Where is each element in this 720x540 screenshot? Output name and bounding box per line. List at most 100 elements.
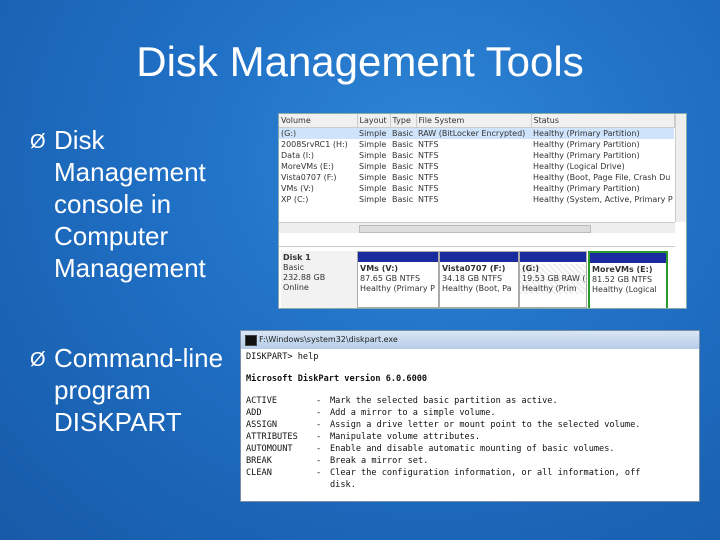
command-line: disk. — [246, 479, 694, 491]
command-dash: - — [316, 444, 322, 454]
scrollbar-thumb[interactable] — [359, 225, 591, 233]
command-dash: - — [316, 408, 322, 418]
column-header-volume[interactable]: Volume — [279, 114, 358, 128]
command-line: CLEAN - Clear the configuration informatio… — [246, 467, 694, 479]
volume-cell: (G:) — [279, 127, 357, 139]
bullet-arrow-icon: Ø — [30, 349, 46, 371]
disk-graphical-view: Disk 1 Basic 232.88 GB Online VMs (V:) 8… — [279, 246, 675, 308]
command-dash: - — [316, 420, 322, 430]
volume-cell: Simple — [359, 151, 387, 160]
command-description: disk. — [330, 480, 356, 490]
bullet-arrow-icon: Ø — [30, 131, 46, 153]
column-header-file-system[interactable]: File System — [416, 114, 532, 128]
command-line: ATTRIBUTES - Manipulate volume attributes. — [246, 431, 694, 443]
command-description: Add a mirror to a simple volume. — [330, 408, 496, 418]
command-name: BREAK — [246, 456, 272, 466]
volume-cell: NTFS — [418, 162, 439, 171]
volume-cell: Healthy (Boot, Page File, Crash Du — [533, 173, 671, 182]
volume-cell: NTFS — [418, 184, 439, 193]
partition-block-selected[interactable]: MoreVMs (E:) 81.52 GB NTFS Healthy (Logi… — [588, 251, 668, 308]
partition-name: Vista0707 (F:) — [442, 264, 506, 273]
command-description: Clear the configuration information, or … — [330, 468, 641, 478]
volume-cell: Basic — [392, 184, 414, 193]
disk-info[interactable]: Disk 1 Basic 232.88 GB Online — [281, 251, 357, 308]
volume-cell: MoreVMs (E:) — [281, 162, 334, 171]
partition-status: Healthy (Logical — [592, 285, 657, 294]
volume-cell: NTFS — [418, 140, 439, 149]
volume-row[interactable]: Vista0707 (F:) Simple Basic NTFS Healthy (Bo… — [279, 172, 674, 183]
volume-cell: Healthy (System, Active, Primary P — [533, 195, 673, 204]
disk-management-screenshot: Volume Layout Type File System Status (G… — [278, 113, 687, 309]
volume-cell: VMs (V:) — [281, 184, 314, 193]
command-dash: - — [316, 396, 322, 406]
volume-cell: NTFS — [418, 195, 439, 204]
volume-table: Volume Layout Type File System Status (G… — [279, 114, 675, 205]
partition-name: MoreVMs (E:) — [592, 265, 653, 274]
partition-block[interactable]: Vista0707 (F:) 34.18 GB NTFS Healthy (Bo… — [439, 251, 519, 308]
volume-cell: Basic — [392, 195, 414, 204]
column-header-status[interactable]: Status — [531, 114, 675, 128]
console-title: F:\Windows\system32\diskpart.exe — [259, 335, 398, 344]
volume-cell: Healthy (Primary Partition) — [533, 151, 640, 160]
horizontal-scrollbar[interactable] — [279, 222, 675, 233]
volume-cell: NTFS — [418, 151, 439, 160]
command-description: Mark the selected basic partition as act… — [330, 396, 558, 406]
volume-cell: Healthy (Primary Partition) — [533, 184, 640, 193]
column-header-type[interactable]: Type — [390, 114, 417, 128]
command-dash: - — [316, 456, 322, 466]
partition-name: VMs (V:) — [360, 264, 399, 273]
volume-cell: RAW (BitLocker Encrypted) — [416, 127, 531, 139]
volume-row[interactable]: MoreVMs (E:) Simple Basic NTFS Healthy (Logi… — [279, 161, 674, 172]
command-dash: - — [316, 468, 322, 478]
volume-row[interactable]: (G:) Simple Basic RAW (BitLocker Encrypted)… — [279, 127, 674, 139]
command-description: Break a mirror set. — [330, 456, 429, 466]
volume-row[interactable]: VMs (V:) Simple Basic NTFS Healthy (Primary … — [279, 183, 674, 194]
console-version: Microsoft DiskPart version 6.0.6000 — [246, 374, 428, 384]
volume-cell: Simple — [357, 127, 390, 139]
command-name: CLEAN — [246, 468, 272, 478]
disk-name: Disk 1 — [283, 253, 311, 262]
volume-row[interactable]: Data (I:) Simple Basic NTFS Healthy (Primary… — [279, 150, 674, 161]
volume-cell: Simple — [359, 140, 387, 149]
command-dash — [316, 479, 330, 491]
disk-size: 232.88 GB — [283, 273, 326, 282]
volume-cell: Simple — [359, 195, 387, 204]
volume-row[interactable]: 2008SrvRC1 (H:) Simple Basic NTFS Healthy (P… — [279, 139, 674, 150]
command-description: Assign a drive letter or mount point to … — [330, 420, 641, 430]
volume-row[interactable]: XP (C:) Simple Basic NTFS Healthy (System, A… — [279, 194, 674, 205]
partition-name: (G:) — [522, 264, 540, 273]
vertical-scrollbar[interactable] — [675, 114, 686, 222]
volume-cell: Basic — [390, 127, 416, 139]
partition-block[interactable]: (G:) 19.53 GB RAW ( Healthy (Prim — [519, 251, 587, 308]
volume-cell: Simple — [359, 162, 387, 171]
partition-block[interactable]: VMs (V:) 87.65 GB NTFS Healthy (Primary … — [357, 251, 439, 308]
volume-cell: Vista0707 (F:) — [281, 173, 337, 182]
bullet-text: Disk Management console in Computer Mana… — [54, 125, 206, 283]
partition-status: Healthy (Primary P — [360, 284, 435, 293]
command-line: BREAK - Break a mirror set. — [246, 455, 694, 467]
partition-status: Healthy (Boot, Pa — [442, 284, 512, 293]
partition-size: 34.18 GB NTFS — [442, 274, 503, 283]
console-output[interactable]: DISKPART> help Microsoft DiskPart versio… — [241, 349, 699, 493]
command-description: Manipulate volume attributes. — [330, 432, 481, 442]
volume-cell: Basic — [392, 162, 414, 171]
command-line: AUTOMOUNT - Enable and disable automatic m… — [246, 443, 694, 455]
volume-cell: Simple — [359, 173, 387, 182]
console-icon — [245, 335, 257, 346]
command-name — [246, 479, 316, 491]
console-prompt: DISKPART> help — [246, 352, 319, 362]
bullet-diskpart: Ø Command-line program DISKPART — [30, 342, 229, 438]
command-line: ASSIGN - Assign a drive letter or mount po… — [246, 419, 694, 431]
console-title-bar[interactable]: F:\Windows\system32\diskpart.exe — [241, 331, 699, 349]
slide-title: Disk Management Tools — [136, 38, 584, 85]
volume-cell: NTFS — [418, 173, 439, 182]
volume-cell: Healthy (Primary Partition) — [531, 127, 674, 139]
disk-state: Online — [283, 283, 309, 292]
volume-cell: Basic — [392, 140, 414, 149]
volume-cell: XP (C:) — [281, 195, 309, 204]
partition-size: 87.65 GB NTFS — [360, 274, 421, 283]
column-header-layout[interactable]: Layout — [357, 114, 391, 128]
command-name: ASSIGN — [246, 420, 278, 430]
command-name: AUTOMOUNT — [246, 444, 293, 454]
command-line: ACTIVE - Mark the selected basic partition… — [246, 395, 694, 407]
